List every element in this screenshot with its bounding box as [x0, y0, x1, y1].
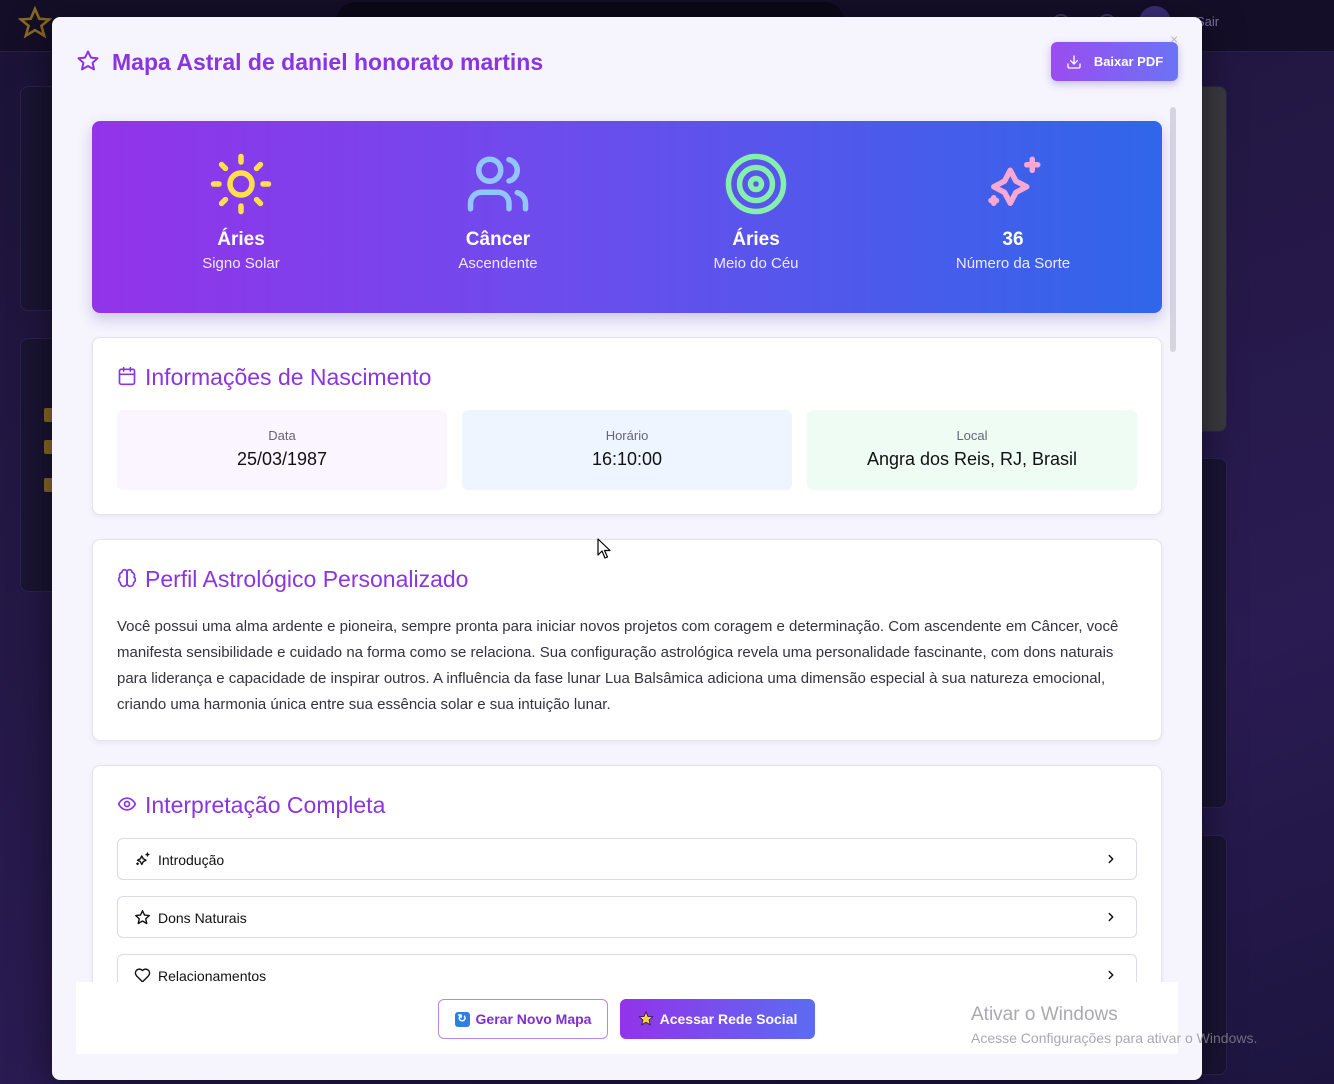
users-icon [467, 156, 529, 212]
sun-sign-label: Signo Solar [202, 255, 280, 272]
profile-title: Perfil Astrológico Personalizado [145, 566, 469, 592]
sparkles-icon [136, 852, 150, 866]
birth-place-box: Local Angra dos Reis, RJ, Brasil [807, 410, 1137, 490]
midheaven-item: Áries Meio do Céu [626, 151, 886, 272]
new-map-button[interactable]: ↻ Gerar Novo Mapa [438, 999, 608, 1039]
chevron-right-icon [1108, 854, 1114, 864]
download-icon [1067, 54, 1081, 69]
lucky-number-value: 36 [1002, 229, 1024, 250]
glowing-star-icon [637, 1011, 654, 1026]
birth-info-title: Informações de Nascimento [145, 364, 432, 390]
chevron-right-icon [1108, 912, 1114, 922]
birth-chart-modal: Mapa Astral de daniel honorato martins ×… [52, 17, 1202, 1080]
birth-time-box: Horário 16:10:00 [462, 410, 792, 490]
download-pdf-label: Baixar PDF [1093, 54, 1164, 69]
mouse-cursor-icon [597, 538, 611, 559]
modal-header: Mapa Astral de daniel honorato martins ×… [52, 17, 1202, 107]
ascendant-value: Câncer [465, 229, 531, 250]
birth-place-value: Angra dos Reis, RJ, Brasil [866, 449, 1078, 469]
modal-footer: ↻ Gerar Novo Mapa Acessar Rede Social [76, 982, 1178, 1054]
heart-icon [134, 968, 151, 982]
birth-date-box: Data 25/03/1987 [117, 410, 447, 490]
brain-icon [117, 568, 137, 588]
midheaven-label: Meio do Céu [713, 255, 799, 272]
interpretation-title: Interpretação Completa [145, 792, 386, 818]
target-icon [725, 153, 787, 215]
accordion-label: Relacionamentos [158, 968, 267, 982]
star-icon [77, 50, 99, 71]
birth-date-label: Data [268, 428, 296, 443]
sun-sign-value: Áries [217, 229, 265, 250]
star-icon [135, 910, 150, 925]
interpretation-card: Interpretação Completa Introdução Dons N… [92, 765, 1162, 982]
modal-content[interactable]: Áries Signo Solar Câncer Ascendente Árie… [76, 107, 1178, 982]
social-network-label: Acessar Rede Social [659, 1011, 798, 1027]
sun-icon [210, 153, 272, 215]
calendar-icon [118, 366, 136, 386]
sun-sign-item: Áries Signo Solar [111, 151, 371, 272]
chevron-right-icon [1108, 970, 1114, 980]
accordion-introducao[interactable]: Introdução [117, 838, 1137, 880]
profile-text: Você possui uma alma ardente e pioneira,… [117, 618, 1119, 713]
accordion-label: Introdução [158, 852, 225, 868]
ascendant-label: Ascendente [458, 255, 538, 272]
download-pdf-button[interactable]: Baixar PDF [1051, 42, 1178, 81]
accordion-dons-naturais[interactable]: Dons Naturais [117, 896, 1137, 938]
social-network-button[interactable]: Acessar Rede Social [620, 999, 815, 1039]
accordion-label: Dons Naturais [158, 910, 247, 926]
new-map-label: Gerar Novo Mapa [475, 1011, 592, 1027]
sparkles-icon [988, 156, 1041, 206]
eye-icon [117, 797, 137, 811]
birth-date-value: 25/03/1987 [236, 449, 328, 469]
birth-time-label: Horário [605, 428, 649, 443]
lucky-number-label: Número da Sorte [955, 255, 1071, 272]
logo-star-icon [18, 6, 52, 39]
birth-time-value: 16:10:00 [591, 449, 663, 469]
midheaven-value: Áries [732, 229, 780, 250]
birth-place-label: Local [956, 428, 988, 443]
accordion-relacionamentos[interactable]: Relacionamentos [117, 954, 1137, 982]
refresh-icon: ↻ [454, 1011, 470, 1027]
profile-card: Perfil Astrológico Personalizado Você po… [92, 539, 1162, 741]
modal-title: Mapa Astral de daniel honorato martins [112, 49, 544, 75]
lucky-number-item: 36 Número da Sorte [883, 151, 1143, 272]
birth-info-card: Informações de Nascimento Data 25/03/198… [92, 337, 1162, 515]
ascendant-item: Câncer Ascendente [368, 151, 628, 272]
summary-banner: Áries Signo Solar Câncer Ascendente Árie… [92, 121, 1162, 313]
